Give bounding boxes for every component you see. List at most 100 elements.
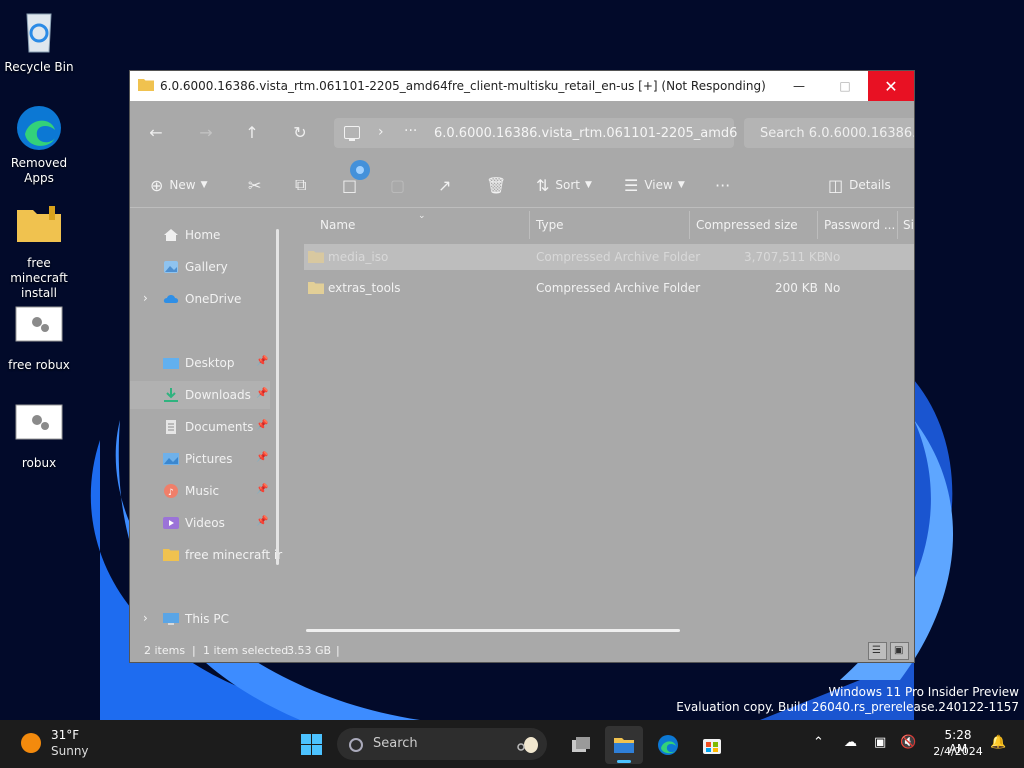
back-button[interactable]: ←: [144, 123, 168, 143]
settings-file-icon: [15, 404, 63, 452]
copy-button[interactable]: ⧉: [295, 173, 312, 197]
taskbar-search-label: Search: [373, 736, 418, 751]
weather-temperature[interactable]: 31°F: [51, 728, 79, 742]
new-label: New: [169, 178, 196, 192]
chevron-down-icon: ▼: [200, 180, 208, 190]
recycle-bin-icon: [15, 8, 63, 56]
column-header-type[interactable]: Type: [536, 218, 564, 232]
nav-item-home[interactable]: Home: [130, 221, 270, 249]
file-explorer-window[interactable]: 6.0.6000.16386.vista_rtm.061101-2205_amd…: [130, 71, 914, 662]
nav-label: Videos: [185, 516, 225, 530]
command-bar: ⊕ New ▼ ✂ ⧉ □ ▢ ↗ 🗑 ⇅ Sort ▼ ☰ View ▼ ··…: [130, 165, 914, 208]
chevron-right-icon[interactable]: ›: [378, 124, 384, 140]
share-button[interactable]: ↗: [438, 173, 457, 197]
up-button[interactable]: ↑: [240, 123, 264, 143]
volume-muted-icon[interactable]: 🔇: [900, 735, 916, 750]
refresh-button[interactable]: ↻: [288, 123, 312, 143]
column-divider[interactable]: [529, 211, 530, 239]
column-header-password[interactable]: Password ...: [824, 218, 895, 232]
column-header-size[interactable]: Si: [903, 218, 914, 232]
new-button[interactable]: ⊕ New ▼: [150, 173, 208, 197]
taskbar-edge[interactable]: [649, 726, 687, 764]
nav-item-documents[interactable]: Documents 📌: [130, 413, 270, 441]
onedrive-tray-icon[interactable]: ☁: [844, 735, 857, 750]
network-icon[interactable]: ▣: [874, 735, 886, 750]
nav-item-gallery[interactable]: Gallery: [130, 253, 270, 281]
taskbar-search[interactable]: Search: [337, 728, 547, 760]
search-placeholder: Search 6.0.6000.16386.vis: [760, 126, 914, 141]
column-header-compressed-size[interactable]: Compressed size: [696, 218, 798, 232]
desktop-icon-free-minecraft-install[interactable]: free minecraft install: [1, 204, 77, 301]
details-button[interactable]: ◫ Details: [828, 173, 891, 197]
nav-item-desktop[interactable]: Desktop 📌: [130, 349, 270, 377]
chevron-right-icon[interactable]: ›: [143, 291, 148, 305]
file-compressed-size: 3,707,511 KB: [744, 250, 825, 264]
horizontal-scrollbar[interactable]: [306, 629, 680, 632]
column-divider[interactable]: [689, 211, 690, 239]
maximize-button[interactable]: □: [822, 71, 868, 101]
cut-button[interactable]: ✂: [248, 173, 267, 197]
minimize-button[interactable]: —: [776, 71, 822, 101]
address-path: 6.0.6000.16386.vista_rtm.061101-2205_amd…: [434, 126, 738, 141]
clock-date[interactable]: 2/4/2024: [929, 745, 987, 758]
nav-item-music[interactable]: ♪ Music 📌: [130, 477, 270, 505]
copy-icon: ⧉: [295, 175, 307, 194]
taskbar-file-explorer[interactable]: [605, 726, 643, 764]
more-path-icon[interactable]: ···: [404, 123, 417, 139]
active-app-indicator: [617, 760, 631, 763]
weather-sun-icon[interactable]: [21, 733, 41, 753]
forward-button[interactable]: →: [194, 123, 218, 143]
rename-button[interactable]: ▢: [390, 173, 411, 197]
sort-button[interactable]: ⇅ Sort ▼: [536, 173, 592, 197]
edge-icon: [15, 104, 63, 152]
view-label: View: [644, 178, 673, 192]
details-view-button[interactable]: ☰: [868, 642, 887, 660]
view-button[interactable]: ☰ View ▼: [624, 173, 685, 197]
address-bar[interactable]: › ··· 6.0.6000.16386.vista_rtm.061101-22…: [334, 118, 738, 148]
column-divider[interactable]: [817, 211, 818, 239]
nav-item-this-pc[interactable]: › This PC: [130, 605, 270, 633]
nav-label: free minecraft ir: [185, 548, 283, 562]
nav-item-videos[interactable]: Videos 📌: [130, 509, 270, 537]
cloud-icon: [163, 292, 179, 306]
nav-item-downloads[interactable]: Downloads 📌: [130, 381, 270, 409]
nav-label: Documents: [185, 420, 254, 434]
notification-bell-icon[interactable]: 🔔: [990, 735, 1006, 750]
weather-description[interactable]: Sunny: [51, 744, 89, 758]
file-row-selected[interactable]: media_iso Compressed Archive Folder 3,70…: [304, 244, 914, 270]
windows-logo-icon: [312, 745, 322, 755]
desktop-icon-robux[interactable]: robux: [1, 404, 77, 471]
close-button[interactable]: ✕: [868, 71, 914, 101]
desktop-icon-recycle-bin[interactable]: Recycle Bin: [1, 8, 77, 75]
search-box[interactable]: Search 6.0.6000.16386.vis: [744, 118, 914, 148]
desktop-icon-label: free minecraft install: [10, 256, 68, 300]
file-row[interactable]: extras_tools Compressed Archive Folder 2…: [304, 275, 914, 301]
chevron-right-icon[interactable]: ›: [143, 611, 148, 625]
column-divider[interactable]: [897, 211, 898, 239]
status-bar: 2 items | 1 item selected 3.53 GB | ☰ ▣: [130, 639, 914, 662]
home-icon: [163, 228, 179, 242]
trash-icon: 🗑: [486, 175, 507, 195]
desktop-icon-free-robux[interactable]: free robux: [1, 306, 77, 373]
pin-icon: 📌: [256, 388, 269, 399]
start-button[interactable]: [301, 734, 322, 755]
view-lines-icon: ☰: [624, 175, 639, 195]
file-explorer-icon: [614, 738, 634, 753]
column-header-name[interactable]: Name: [320, 218, 355, 232]
chevron-up-icon[interactable]: ⌃: [813, 735, 824, 750]
nav-pane-scrollbar[interactable]: [276, 229, 279, 565]
tiles-view-button[interactable]: ▣: [890, 642, 909, 660]
nav-item-free-minecraft[interactable]: free minecraft ir: [130, 541, 282, 569]
delete-button[interactable]: 🗑: [486, 173, 512, 197]
title-bar[interactable]: 6.0.6000.16386.vista_rtm.061101-2205_amd…: [130, 71, 914, 101]
task-view-button[interactable]: [562, 726, 600, 764]
see-more-button[interactable]: ···: [715, 173, 730, 197]
nav-item-pictures[interactable]: Pictures 📌: [130, 445, 270, 473]
desktop-icon-removed-apps[interactable]: Removed Apps: [1, 104, 77, 186]
file-compressed-size: 200 KB: [775, 281, 818, 295]
file-name: media_iso: [328, 250, 389, 264]
zip-folder-icon: [15, 204, 63, 252]
windows-logo-icon: [301, 734, 311, 744]
taskbar-microsoft-store[interactable]: [693, 726, 731, 764]
nav-item-onedrive[interactable]: › OneDrive: [130, 285, 270, 313]
